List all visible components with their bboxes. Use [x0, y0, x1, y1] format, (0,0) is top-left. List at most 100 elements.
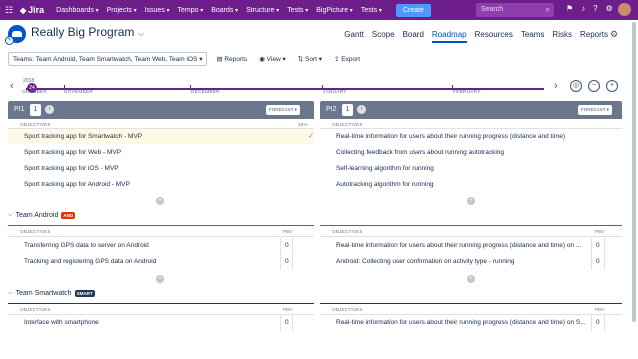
- target-icon[interactable]: ◎: [570, 80, 582, 92]
- menu-structure[interactable]: Structure: [246, 7, 279, 14]
- pi2-header: PI2 1 i FORECAST ▾: [320, 101, 622, 119]
- team-color-line: [320, 303, 622, 304]
- create-button[interactable]: Create: [395, 3, 431, 17]
- tab-teams[interactable]: Teams: [521, 30, 545, 43]
- menu-projects[interactable]: Projects: [107, 7, 137, 14]
- menu-dashboards[interactable]: Dashboards: [56, 7, 98, 14]
- pi2-objective-row[interactable]: Collecting feedback from users about run…: [320, 145, 622, 160]
- divider: [280, 238, 281, 270]
- add-objective-icon[interactable]: +: [467, 275, 475, 283]
- objective-text: Interface with smartphone: [24, 319, 99, 326]
- pbv-value: 0: [596, 258, 600, 265]
- user-avatar[interactable]: [618, 3, 631, 16]
- help-icon[interactable]: ?: [593, 4, 597, 13]
- program-edit-icon[interactable]: ✎: [5, 36, 14, 45]
- pbv-value: 0: [596, 242, 600, 249]
- team-objective-row[interactable]: Transferring GPS data to server on Andro…: [8, 238, 278, 253]
- export-button[interactable]: ⇪ Export: [331, 53, 363, 65]
- divider: [320, 236, 622, 237]
- settings-icon[interactable]: ⚙: [606, 4, 613, 13]
- divider: [292, 238, 293, 270]
- team-objective-row[interactable]: Real-time information for users about th…: [320, 315, 590, 330]
- tab-resources[interactable]: Resources: [475, 30, 513, 43]
- tab-scope[interactable]: Scope: [372, 30, 395, 43]
- team-color-line: [8, 225, 314, 226]
- app-switcher-icon[interactable]: ☷: [5, 5, 17, 16]
- team-badge: AND: [61, 212, 76, 219]
- timeline-prev-arrow[interactable]: ‹: [10, 80, 14, 92]
- pbv-label: PBV: [595, 307, 605, 312]
- program-tabs: Gantt Scope Board Roadmap Resources Team…: [344, 30, 608, 43]
- pi1-percent: 25%: [298, 122, 308, 127]
- add-objective-icon[interactable]: +: [156, 197, 164, 205]
- reports-button[interactable]: ▤ Reports: [213, 53, 250, 65]
- export-label: Export: [341, 56, 361, 63]
- jira-logo[interactable]: ◆ Jira: [20, 5, 44, 15]
- vertical-scrollbar[interactable]: [632, 22, 636, 322]
- gear-icon[interactable]: ⚙: [610, 29, 618, 40]
- objective-text: Android: Collecting user confirmation on…: [336, 258, 515, 265]
- divider: [591, 238, 592, 270]
- export-icon: ⇪: [334, 56, 340, 63]
- objective-text: Sport tracking app for Smartwatch - MVP: [24, 133, 143, 140]
- megaphone-icon[interactable]: ⚑: [566, 4, 573, 13]
- objective-text: Transferring GPS data to server on Andro…: [24, 242, 149, 249]
- pi1-objective-row[interactable]: Sport tracking app for iOS - MVP: [8, 161, 314, 176]
- notifications-icon[interactable]: ♪: [581, 4, 585, 13]
- pi2-objective-row[interactable]: Real-time information for users about th…: [320, 129, 622, 144]
- info-icon[interactable]: i: [357, 105, 366, 114]
- tab-reports[interactable]: Reports: [580, 30, 608, 43]
- menu-tests-2[interactable]: Tests: [361, 7, 382, 14]
- team-objective-row[interactable]: Interface with smartphone: [8, 315, 278, 330]
- program-title[interactable]: Really Big Program ⌵: [31, 25, 144, 39]
- add-objective-icon[interactable]: +: [467, 197, 475, 205]
- pi1-objective-row[interactable]: Sport tracking app for Smartwatch - MVP ✓: [8, 129, 314, 144]
- teams-filter-select[interactable]: Teams: Team Android, Team Smartwatch, Te…: [8, 52, 208, 66]
- pbv-value: 0: [285, 258, 289, 265]
- add-objective-icon[interactable]: +: [156, 275, 164, 283]
- menu-bigpicture[interactable]: BigPicture: [316, 7, 353, 14]
- pi2-objective-row[interactable]: Autotracking algorithm for running: [320, 177, 622, 192]
- pbv-label: PBV: [283, 229, 293, 234]
- team-smartwatch-header[interactable]: ⌵ Team Smartwatch SMART: [8, 290, 95, 297]
- reports-icon: ▤: [216, 56, 223, 63]
- pbv-label: PBV: [595, 229, 605, 234]
- tab-gantt[interactable]: Gantt: [344, 30, 364, 43]
- pi1-objective-row[interactable]: Sport tracking app for Android - MVP: [8, 177, 314, 192]
- pi2-objective-row[interactable]: Self-learning algorithm for running: [320, 161, 622, 176]
- menu-boards[interactable]: Boards: [211, 7, 238, 14]
- pi2-forecast-button[interactable]: FORECAST ▾: [578, 105, 612, 115]
- objective-text: Real-time information for users about th…: [336, 242, 582, 249]
- menu-issues[interactable]: Issues: [145, 7, 170, 14]
- sort-label: Sort: [305, 56, 317, 63]
- team-objective-row[interactable]: Tracking and registering GPS data on And…: [8, 254, 278, 269]
- timeline-next-arrow[interactable]: ›: [554, 80, 558, 92]
- view-button[interactable]: ◉ View ▾: [256, 53, 289, 65]
- pi1-forecast-label: FORECAST: [269, 107, 294, 112]
- sort-icon: ⇅: [297, 56, 304, 63]
- team-objective-row[interactable]: Real-time information for users about th…: [320, 238, 590, 253]
- team-android-header[interactable]: ⌵ Team Android AND: [8, 212, 76, 219]
- objective-text: Self-learning algorithm for running: [336, 165, 434, 172]
- tab-risks[interactable]: Risks: [552, 30, 572, 43]
- zoom-out-icon[interactable]: −: [588, 80, 600, 92]
- objective-text: Sport tracking app for Web - MVP: [24, 149, 122, 156]
- menu-tempo[interactable]: Tempo: [178, 7, 204, 14]
- team-badge: SMART: [74, 290, 95, 297]
- menu-tests[interactable]: Tests: [287, 7, 308, 14]
- search-input[interactable]: Search ⌕: [476, 3, 554, 17]
- tab-board[interactable]: Board: [403, 30, 424, 43]
- zoom-in-icon[interactable]: +: [606, 80, 618, 92]
- objectives-label: OBJECTIVES: [332, 229, 363, 234]
- pi1-forecast-button[interactable]: FORECAST ▾: [266, 105, 300, 115]
- sort-button[interactable]: ⇅ Sort ▾: [295, 53, 325, 65]
- pi1-objective-row[interactable]: Sport tracking app for Web - MVP: [8, 145, 314, 160]
- info-icon[interactable]: i: [45, 105, 54, 114]
- team-objective-row[interactable]: Android: Collecting user confirmation on…: [320, 254, 590, 269]
- tab-roadmap[interactable]: Roadmap: [431, 30, 467, 43]
- divider: [280, 315, 281, 331]
- timeline-month: JANUARY: [323, 90, 347, 95]
- timeline-month: OCTOBER: [22, 90, 48, 95]
- reports-label: Reports: [224, 56, 248, 63]
- timeline: ‹ 2018 24 OCTOBER NOVEMBER DECEMBER JANU…: [8, 74, 630, 98]
